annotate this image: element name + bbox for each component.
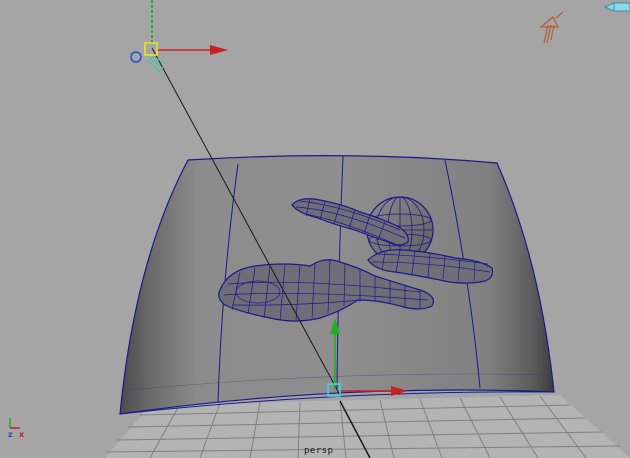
- x-arrow-icon[interactable]: [210, 45, 228, 55]
- axis-indicator-icon: [9, 418, 20, 429]
- light-rays-icon: [146, 55, 166, 73]
- camera-icon[interactable]: [603, 2, 630, 12]
- axis-x-label: x: [19, 430, 25, 439]
- light-manipulator[interactable]: [130, 0, 228, 73]
- axis-z-label: z: [8, 430, 13, 439]
- rotate-handle-icon[interactable]: [130, 51, 142, 63]
- light-icon[interactable]: [539, 11, 564, 44]
- camera-name-label: persp: [304, 446, 334, 456]
- perspective-viewport[interactable]: z x persp: [0, 0, 630, 458]
- viewport-scene[interactable]: [0, 0, 630, 458]
